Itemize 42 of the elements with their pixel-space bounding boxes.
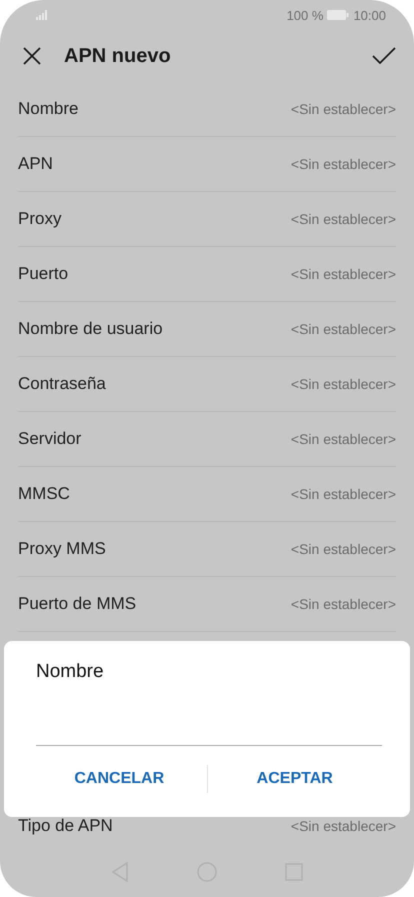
setting-label: Nombre de usuario	[18, 319, 163, 339]
setting-value: <Sin establecer>	[290, 596, 396, 612]
setting-row[interactable]: Contraseña <Sin establecer>	[18, 357, 396, 412]
setting-label: Contraseña	[18, 374, 106, 394]
setting-label: Puerto	[18, 264, 68, 284]
setting-row[interactable]: MMSC <Sin establecer>	[18, 467, 396, 522]
checkmark-icon	[372, 47, 396, 65]
setting-row[interactable]: Puerto <Sin establecer>	[18, 247, 396, 302]
setting-value: <Sin establecer>	[290, 818, 396, 834]
setting-row[interactable]: APN <Sin establecer>	[18, 137, 396, 192]
setting-label: Proxy MMS	[18, 539, 106, 559]
setting-value: <Sin establecer>	[290, 431, 396, 447]
setting-value: <Sin establecer>	[290, 101, 396, 117]
setting-value: <Sin establecer>	[290, 321, 396, 337]
setting-row[interactable]: Puerto de MMS <Sin establecer>	[18, 577, 396, 632]
dialog-button[interactable]: ACEPTAR	[208, 760, 382, 798]
clock: 10:00	[353, 8, 386, 22]
setting-value: <Sin establecer>	[290, 486, 396, 502]
setting-value: <Sin establecer>	[290, 376, 396, 392]
setting-label: APN	[18, 154, 53, 174]
setting-row[interactable]: Proxy <Sin establecer>	[18, 192, 396, 247]
setting-row[interactable]: Nombre <Sin establecer>	[18, 82, 396, 137]
setting-label: Puerto de MMS	[18, 594, 136, 614]
setting-label: Servidor	[18, 429, 82, 449]
signal-icon	[36, 10, 48, 20]
setting-value: <Sin establecer>	[290, 211, 396, 227]
setting-value: <Sin establecer>	[290, 541, 396, 557]
setting-row[interactable]: Nombre de usuario <Sin establecer>	[18, 302, 396, 357]
dialog-button[interactable]: CANCELAR	[32, 760, 206, 798]
screen-title: APN nuevo	[64, 44, 171, 68]
setting-value: <Sin establecer>	[290, 156, 396, 172]
setting-row[interactable]: Servidor <Sin establecer>	[18, 412, 396, 467]
setting-label: Proxy	[18, 209, 62, 229]
dialog-title: Nombre	[35, 661, 105, 683]
close-icon	[22, 46, 42, 66]
setting-label: MMSC	[18, 484, 70, 504]
battery-percent: 100 %	[286, 8, 324, 22]
setting-row[interactable]: Proxy MMS <Sin establecer>	[18, 522, 396, 577]
setting-value: <Sin establecer>	[290, 266, 396, 282]
setting-label: Nombre	[18, 99, 78, 119]
setting-label: Tipo de APN	[18, 816, 113, 836]
battery-icon	[327, 10, 350, 20]
